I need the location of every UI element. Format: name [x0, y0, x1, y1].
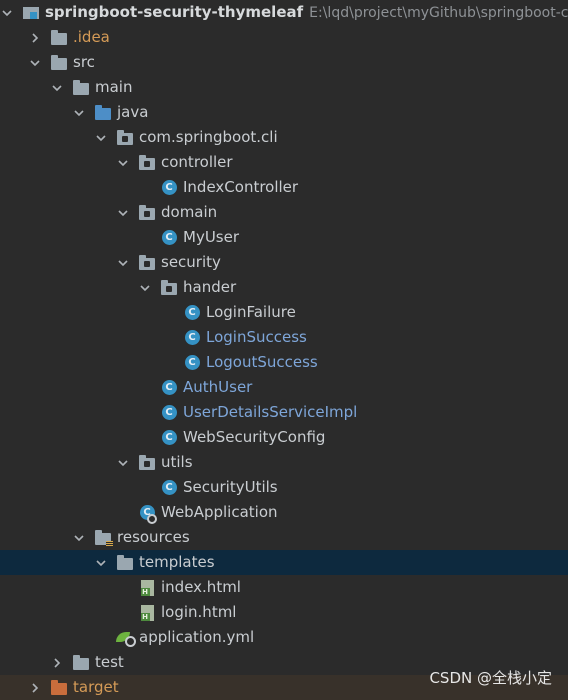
folder-icon	[50, 29, 68, 46]
package-icon	[160, 279, 178, 296]
tree-label-index-html: index.html	[161, 578, 241, 596]
tree-row-login-html[interactable]: login.html	[0, 600, 568, 625]
package-icon	[138, 254, 156, 271]
tree-label-web-application: WebApplication	[161, 503, 278, 521]
folder-icon	[116, 554, 134, 571]
tree-row-hander[interactable]: hander	[0, 275, 568, 300]
tree-row-main[interactable]: main	[0, 75, 568, 100]
folder-icon	[72, 79, 90, 96]
tree-label-security-utils: SecurityUtils	[183, 478, 278, 496]
tree-row-web-security-config[interactable]: C WebSecurityConfig	[0, 425, 568, 450]
tree-row-templates[interactable]: templates	[0, 550, 568, 575]
excluded-folder-icon	[50, 679, 68, 696]
spring-boot-application-icon: C	[138, 505, 157, 524]
tree-row-application-yml[interactable]: application.yml	[0, 625, 568, 650]
package-icon	[116, 129, 134, 146]
tree-label-my-user: MyUser	[183, 228, 240, 246]
tree-label-login-failure: LoginFailure	[206, 303, 296, 321]
class-icon: C	[183, 330, 201, 346]
package-icon	[138, 204, 156, 221]
tree-label-auth-user: AuthUser	[183, 378, 253, 396]
tree-row-src[interactable]: src	[0, 50, 568, 75]
tree-label-main: main	[95, 78, 133, 96]
tree-row-my-user[interactable]: C MyUser	[0, 225, 568, 250]
class-icon: C	[183, 305, 201, 321]
tree-row-java[interactable]: java	[0, 100, 568, 125]
chevron-down-icon[interactable]	[28, 56, 42, 70]
tree-label-package: com.springboot.cli	[139, 128, 278, 146]
folder-icon	[50, 54, 68, 71]
class-icon: C	[160, 230, 178, 246]
chevron-down-icon[interactable]	[72, 531, 86, 545]
tree-row-login-success[interactable]: C LoginSuccess	[0, 325, 568, 350]
tree-row-idea[interactable]: .idea	[0, 25, 568, 50]
tree-label-utils: utils	[161, 453, 193, 471]
class-icon: C	[160, 180, 178, 196]
chevron-down-icon[interactable]	[94, 556, 108, 570]
chevron-down-icon[interactable]	[116, 206, 130, 220]
tree-label-user-details-service-impl: UserDetailsServiceImpl	[183, 403, 358, 421]
class-icon: C	[160, 405, 178, 421]
tree-label-controller: controller	[161, 153, 233, 171]
chevron-down-icon[interactable]	[50, 81, 64, 95]
chevron-right-icon[interactable]	[28, 681, 42, 695]
resources-folder-icon	[94, 529, 113, 547]
tree-label-idea: .idea	[73, 28, 110, 46]
project-module-icon	[22, 5, 40, 21]
tree-row-logout-success[interactable]: C LogoutSuccess	[0, 350, 568, 375]
tree-label-domain: domain	[161, 203, 218, 221]
tree-label-resources: resources	[117, 528, 190, 546]
tree-row-user-details-service-impl[interactable]: C UserDetailsServiceImpl	[0, 400, 568, 425]
chevron-down-icon[interactable]	[138, 281, 152, 295]
folder-icon	[72, 654, 90, 671]
tree-row-utils[interactable]: utils	[0, 450, 568, 475]
tree-label-src: src	[73, 53, 95, 71]
tree-row-domain[interactable]: domain	[0, 200, 568, 225]
tree-row-index-html[interactable]: index.html	[0, 575, 568, 600]
tree-row-auth-user[interactable]: C AuthUser	[0, 375, 568, 400]
tree-row-project[interactable]: springboot-security-thymeleaf E:\lqd\pro…	[0, 0, 568, 25]
tree-label-login-html: login.html	[161, 603, 237, 621]
tree-label-hander: hander	[183, 278, 237, 296]
chevron-down-icon[interactable]	[94, 131, 108, 145]
chevron-down-icon[interactable]	[116, 156, 130, 170]
class-icon: C	[160, 430, 178, 446]
chevron-down-icon[interactable]	[72, 106, 86, 120]
tree-row-index-controller[interactable]: C IndexController	[0, 175, 568, 200]
tree-label-java: java	[117, 103, 149, 121]
chevron-down-icon[interactable]	[0, 6, 14, 20]
tree-label-application-yml: application.yml	[139, 628, 255, 646]
tree-row-login-failure[interactable]: C LoginFailure	[0, 300, 568, 325]
tree-label-login-success: LoginSuccess	[206, 328, 307, 346]
html-file-icon	[138, 604, 156, 621]
class-icon: C	[183, 355, 201, 371]
tree-label-security: security	[161, 253, 221, 271]
chevron-down-icon[interactable]	[116, 256, 130, 270]
package-icon	[138, 454, 156, 471]
project-name: springboot-security-thymeleaf	[45, 3, 304, 21]
tree-label-index-controller: IndexController	[183, 178, 299, 196]
project-path: E:\lqd\project\myGithub\springboot-c	[309, 4, 568, 21]
tree-row-resources[interactable]: resources	[0, 525, 568, 550]
class-icon: C	[160, 380, 178, 396]
tree-row-controller[interactable]: controller	[0, 150, 568, 175]
tree-label-templates: templates	[139, 553, 215, 571]
html-file-icon	[138, 579, 156, 596]
chevron-down-icon[interactable]	[116, 456, 130, 470]
package-icon	[138, 154, 156, 171]
class-icon: C	[160, 480, 178, 496]
tree-row-security-utils[interactable]: C SecurityUtils	[0, 475, 568, 500]
source-folder-icon	[94, 104, 112, 121]
tree-label-target: target	[73, 678, 119, 696]
spring-config-icon	[116, 631, 136, 647]
tree-row-security[interactable]: security	[0, 250, 568, 275]
tree-row-package[interactable]: com.springboot.cli	[0, 125, 568, 150]
tree-label-test: test	[95, 653, 124, 671]
tree-row-web-application[interactable]: C WebApplication	[0, 500, 568, 525]
tree-label-logout-success: LogoutSuccess	[206, 353, 318, 371]
chevron-right-icon[interactable]	[50, 656, 64, 670]
watermark: CSDN @全栈小定	[429, 669, 552, 687]
chevron-right-icon[interactable]	[28, 31, 42, 45]
tree-label-web-security-config: WebSecurityConfig	[183, 428, 326, 446]
